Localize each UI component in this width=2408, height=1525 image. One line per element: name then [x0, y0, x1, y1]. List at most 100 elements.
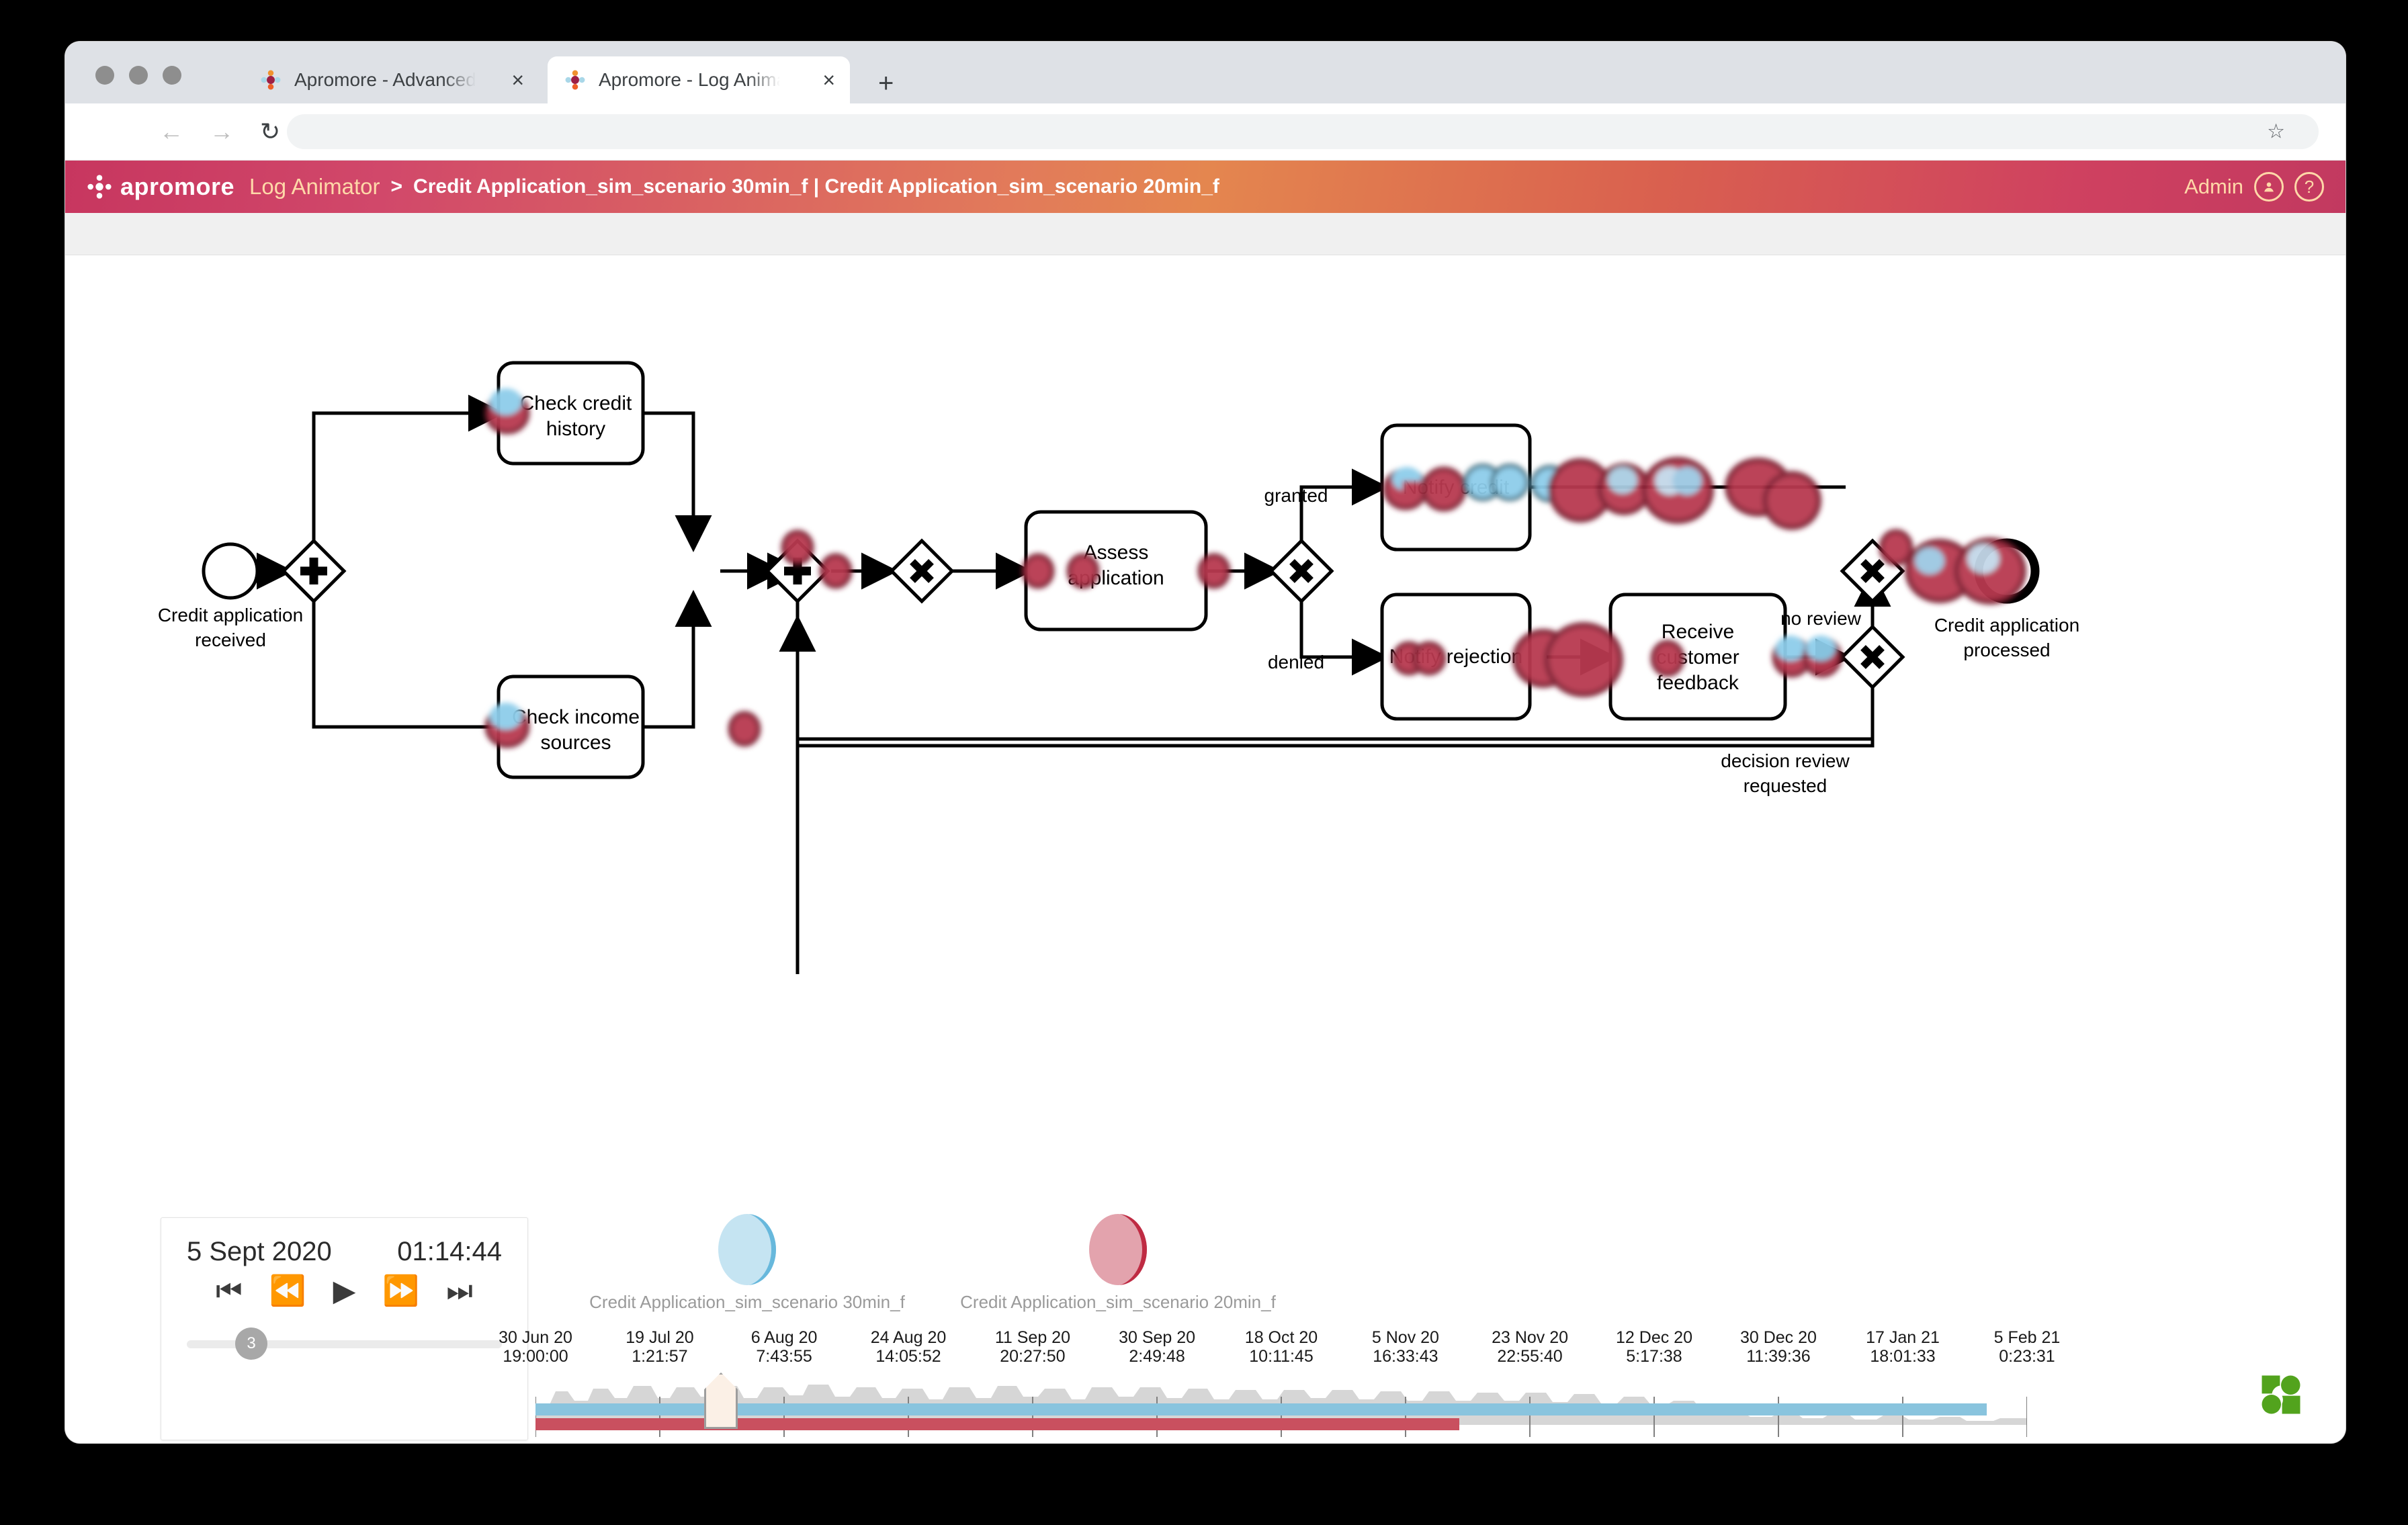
task-label-line1: Check income [512, 706, 640, 728]
speed-slider-thumb[interactable]: 3 [235, 1327, 267, 1360]
timeline[interactable]: 30 Jun 20 19:00:00 19 Jul 20 1:21:57 6 Aug… [499, 1328, 2060, 1442]
tick-time: 5:17:38 [1626, 1347, 1682, 1366]
apromore-header: apromore Log Animator > Credit Applicati… [65, 161, 2346, 213]
back-button[interactable]: ← [159, 120, 183, 144]
maximize-window-button[interactable] [163, 66, 181, 85]
tick-time: 7:43:55 [756, 1347, 812, 1366]
flow-label-no-review: no review [1780, 608, 1862, 629]
tick-time: 22:55:40 [1497, 1347, 1563, 1366]
timeline-tracks[interactable] [535, 1372, 2027, 1438]
browser-window: Apromore - Advanced Process A × Apromore… [65, 42, 2346, 1443]
browser-toolbar: ← → ↻ ☆ [65, 103, 2346, 161]
start-event[interactable] [202, 542, 259, 600]
window-controls[interactable] [95, 66, 181, 85]
skip-to-start-button[interactable]: ⏮ [216, 1276, 243, 1306]
tick-time: 19:00:00 [503, 1347, 568, 1366]
tick-date: 11 Sep 20 [994, 1328, 1070, 1347]
task-label-line1: Receive [1662, 621, 1734, 643]
task-label-line1: Check credit [520, 392, 632, 415]
secondary-toolbar [65, 213, 2346, 255]
timeline-tick: 30 Dec 20 11:39:36 [1718, 1328, 1839, 1366]
help-icon[interactable]: ? [2294, 172, 2324, 202]
legend-swatch-icon [718, 1214, 776, 1285]
tick-date: 30 Dec 20 [1739, 1328, 1817, 1347]
task-label-line2: sources [540, 732, 611, 754]
close-tab-button[interactable]: × [822, 69, 835, 91]
tick-time: 20:27:50 [1000, 1347, 1066, 1366]
timeline-tick: 5 Feb 21 0:23:31 [1967, 1328, 2088, 1366]
user-name-label: Admin [2184, 175, 2243, 198]
tick-date: 23 Nov 20 [1492, 1328, 1569, 1347]
apromore-logo[interactable]: apromore [87, 173, 234, 201]
apromore-favicon-icon [259, 69, 282, 91]
speed-slider[interactable]: 3 [187, 1327, 502, 1360]
flow-label-decision-review-l2: requested [1744, 775, 1828, 796]
timeline-tick: 17 Jan 21 18:01:33 [1842, 1328, 1963, 1366]
legend-item-log-20min[interactable]: Credit Application_sim_scenario 20min_f [947, 1214, 1289, 1313]
tick-date: 12 Dec 20 [1616, 1328, 1692, 1347]
gateway-and-split[interactable] [281, 538, 347, 604]
tick-time: 11:39:36 [1746, 1347, 1811, 1366]
tick-time: 14:05:52 [875, 1347, 941, 1366]
tick-date: 17 Jan 21 [1866, 1328, 1940, 1347]
bookmark-star-icon[interactable]: ☆ [2267, 120, 2285, 144]
timeline-tick: 24 Aug 20 14:05:52 [848, 1328, 969, 1366]
tick-date: 30 Sep 20 [1119, 1328, 1196, 1347]
tick-time: 18:01:33 [1870, 1347, 1936, 1366]
timeline-graphics [535, 1385, 2027, 1437]
browser-tabstrip: Apromore - Advanced Process A × Apromore… [65, 42, 2346, 103]
start-event-label-line2: received [195, 629, 266, 650]
fast-forward-button[interactable]: ⏩ [382, 1276, 419, 1306]
new-tab-button[interactable]: + [878, 70, 894, 97]
flow-label-decision-review-l1: decision review [1721, 750, 1850, 771]
user-icon[interactable] [2254, 172, 2284, 202]
track-log-30min[interactable] [535, 1403, 1987, 1415]
tick-time: 2:49:48 [1129, 1347, 1185, 1366]
timeline-tick: 6 Aug 20 7:43:55 [724, 1328, 845, 1366]
tick-time: 0:23:31 [1999, 1347, 2055, 1366]
tick-date: 24 Aug 20 [870, 1328, 947, 1347]
timeline-tick: 11 Sep 20 20:27:50 [972, 1328, 1093, 1366]
start-event-label-line1: Credit application [158, 605, 303, 625]
close-tab-button[interactable]: × [511, 69, 524, 91]
task-receive-customer-feedback[interactable]: Receive customer feedback [1608, 593, 1787, 721]
gateway-xor-join-loop[interactable] [889, 538, 955, 604]
timeline-tick: 19 Jul 20 1:21:57 [599, 1328, 720, 1366]
timeline-tick: 12 Dec 20 5:17:38 [1594, 1328, 1715, 1366]
task-label-line2: history [546, 418, 605, 440]
tab-apromore-log-animator[interactable]: Apromore - Log Animator × [548, 56, 850, 103]
tab-apromore-advanced-process[interactable]: Apromore - Advanced Process A × [243, 56, 539, 103]
end-event-label-line1: Credit application [1934, 615, 2079, 636]
legend-item-log-30min[interactable]: Credit Application_sim_scenario 30min_f [576, 1214, 918, 1313]
speed-slider-track [187, 1340, 502, 1348]
minimize-window-button[interactable] [129, 66, 148, 85]
address-bar[interactable]: ☆ [287, 114, 2319, 149]
skip-to-end-button[interactable]: ⏭ [446, 1276, 473, 1306]
track-log-20min[interactable] [535, 1418, 1459, 1430]
apromore-logo-icon [87, 174, 112, 200]
header-actions: Admin ? [2184, 172, 2324, 202]
flow-label-denied: denied [1268, 652, 1324, 672]
bpmn-io-logo-icon[interactable] [2255, 1369, 2307, 1420]
timeline-tick: 23 Nov 20 22:55:40 [1469, 1328, 1590, 1366]
tick-date: 6 Aug 20 [750, 1328, 818, 1347]
forward-button[interactable]: → [210, 120, 234, 144]
animation-tokens [484, 388, 2026, 748]
tick-time: 10:11:45 [1249, 1347, 1314, 1366]
timeline-tick: 30 Sep 20 2:49:48 [1096, 1328, 1217, 1366]
close-window-button[interactable] [95, 66, 114, 85]
reload-button[interactable]: ↻ [260, 120, 280, 144]
animation-date-label: 5 Sept 2020 [187, 1237, 332, 1266]
apromore-favicon-icon [564, 69, 587, 91]
gateway-xor-split-review[interactable] [1840, 624, 1905, 690]
rewind-button[interactable]: ⏪ [269, 1276, 306, 1306]
gateway-xor-split-decision[interactable] [1268, 538, 1334, 604]
tick-date: 5 Feb 21 [1993, 1328, 2061, 1347]
tick-date: 30 Jun 20 [499, 1328, 572, 1347]
play-button[interactable]: ▶ [333, 1276, 356, 1306]
breadcrumb: Credit Application_sim_scenario 30min_f … [413, 175, 1219, 198]
clock-row: 5 Sept 2020 01:14:44 [161, 1218, 527, 1267]
module-name-label[interactable]: Log Animator [249, 174, 380, 200]
tick-date: 5 Nov 20 [1371, 1328, 1439, 1347]
end-event-label-line2: processed [1963, 640, 2050, 660]
